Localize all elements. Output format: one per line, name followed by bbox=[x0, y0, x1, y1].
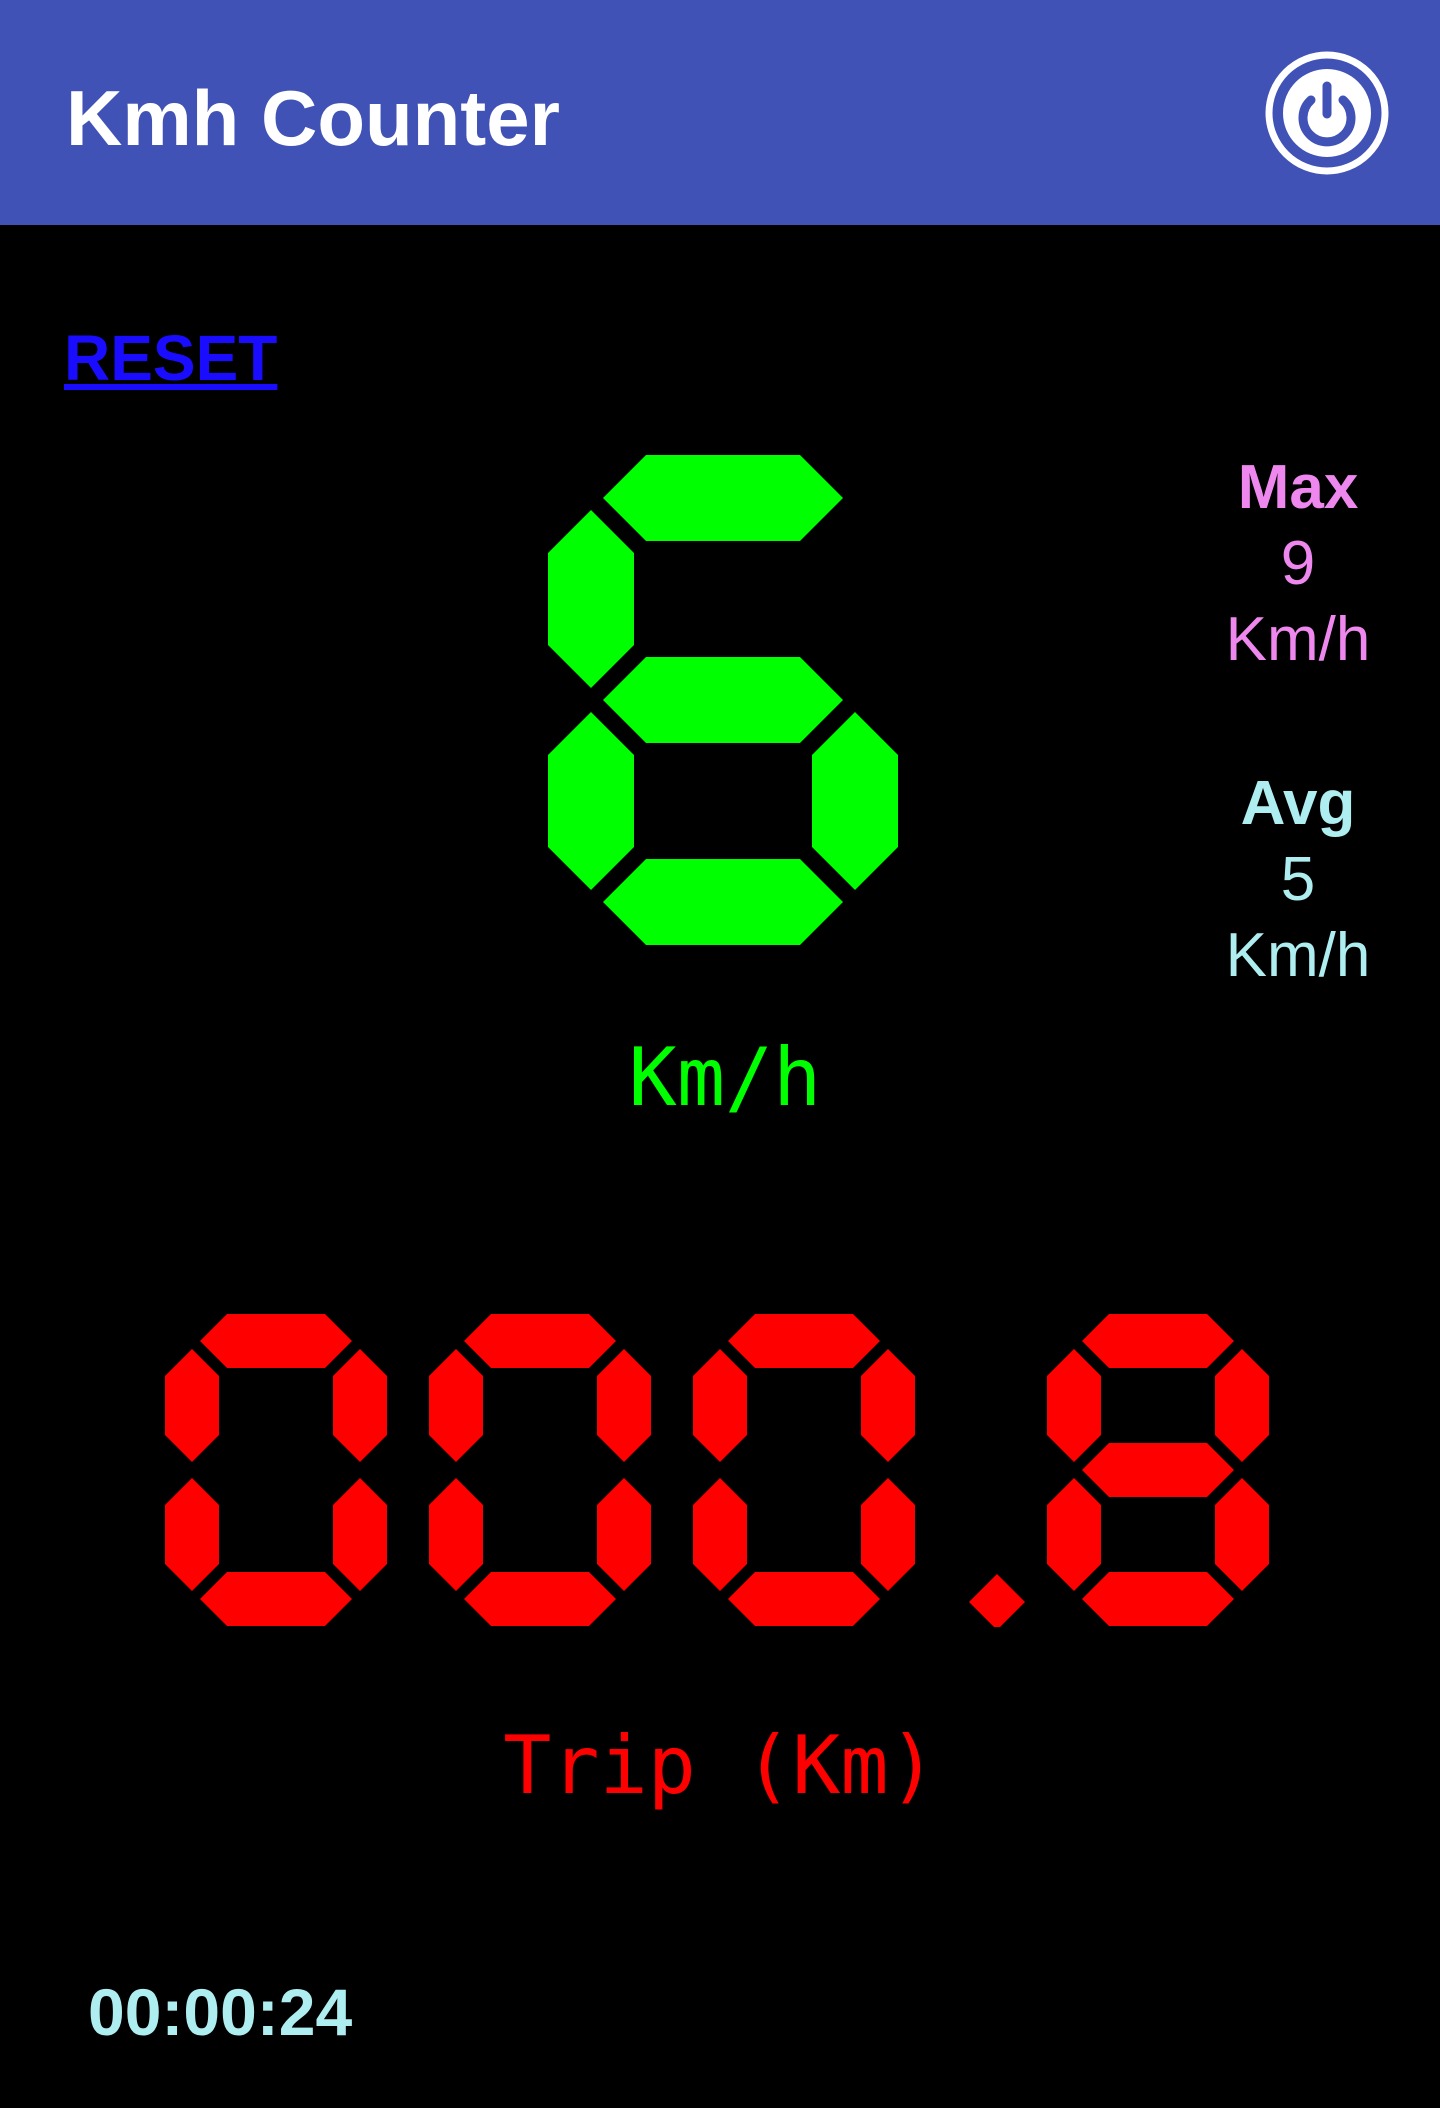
avg-speed-stat: Avg 5 Km/h bbox=[1148, 766, 1440, 994]
segment-a bbox=[1082, 1314, 1234, 1368]
trip-digit bbox=[429, 1314, 651, 1626]
segment-d bbox=[603, 859, 843, 945]
trip-digit bbox=[693, 1314, 915, 1626]
app-title: Kmh Counter bbox=[66, 74, 560, 162]
segment-c bbox=[597, 1478, 651, 1591]
decimal-point bbox=[969, 1574, 1025, 1627]
max-speed-stat: Max 9 Km/h bbox=[1148, 450, 1440, 678]
segment-f bbox=[1047, 1349, 1101, 1462]
segment-e bbox=[165, 1478, 219, 1591]
trip-display bbox=[165, 1314, 1269, 1627]
avg-label: Avg bbox=[1240, 769, 1356, 838]
segment-e bbox=[429, 1478, 483, 1591]
app-bar: Kmh Counter bbox=[0, 0, 1440, 225]
segment-d bbox=[1082, 1572, 1234, 1626]
segment-a bbox=[728, 1314, 880, 1368]
segment-g bbox=[603, 657, 843, 743]
segment-f bbox=[429, 1349, 483, 1462]
segment-d bbox=[728, 1572, 880, 1626]
avg-unit: Km/h bbox=[1225, 921, 1371, 990]
segment-f bbox=[548, 510, 634, 688]
segment-b bbox=[861, 1349, 915, 1462]
segment-f bbox=[693, 1349, 747, 1462]
reset-link[interactable]: RESET bbox=[64, 322, 277, 394]
segment-e bbox=[693, 1478, 747, 1591]
segment-e bbox=[548, 712, 634, 890]
segment-a bbox=[603, 455, 843, 541]
segment-d bbox=[200, 1572, 352, 1626]
segment-a bbox=[200, 1314, 352, 1368]
power-button[interactable] bbox=[1264, 50, 1390, 176]
elapsed-timer: 00:00:24 bbox=[88, 1975, 353, 2049]
speed-unit-label: Km/h bbox=[628, 1031, 822, 1124]
segment-b bbox=[333, 1349, 387, 1462]
segment-c bbox=[861, 1478, 915, 1591]
segment-b bbox=[597, 1349, 651, 1462]
segment-c bbox=[812, 712, 898, 890]
segment-g bbox=[1082, 1443, 1234, 1497]
segment-e bbox=[1047, 1478, 1101, 1591]
trip-label: Trip (Km) bbox=[503, 1719, 937, 1812]
max-unit: Km/h bbox=[1225, 605, 1371, 674]
avg-value: 5 bbox=[1280, 845, 1316, 914]
trip-digit bbox=[1047, 1314, 1269, 1626]
power-icon bbox=[1265, 51, 1389, 175]
speed-display bbox=[548, 455, 898, 945]
segment-b bbox=[1215, 1349, 1269, 1462]
max-value: 9 bbox=[1280, 529, 1316, 598]
segment-c bbox=[333, 1478, 387, 1591]
segment-f bbox=[165, 1349, 219, 1462]
segment-a bbox=[464, 1314, 616, 1368]
segment-d bbox=[464, 1572, 616, 1626]
segment-c bbox=[1215, 1478, 1269, 1591]
max-label: Max bbox=[1237, 453, 1359, 522]
trip-digit bbox=[165, 1314, 387, 1626]
